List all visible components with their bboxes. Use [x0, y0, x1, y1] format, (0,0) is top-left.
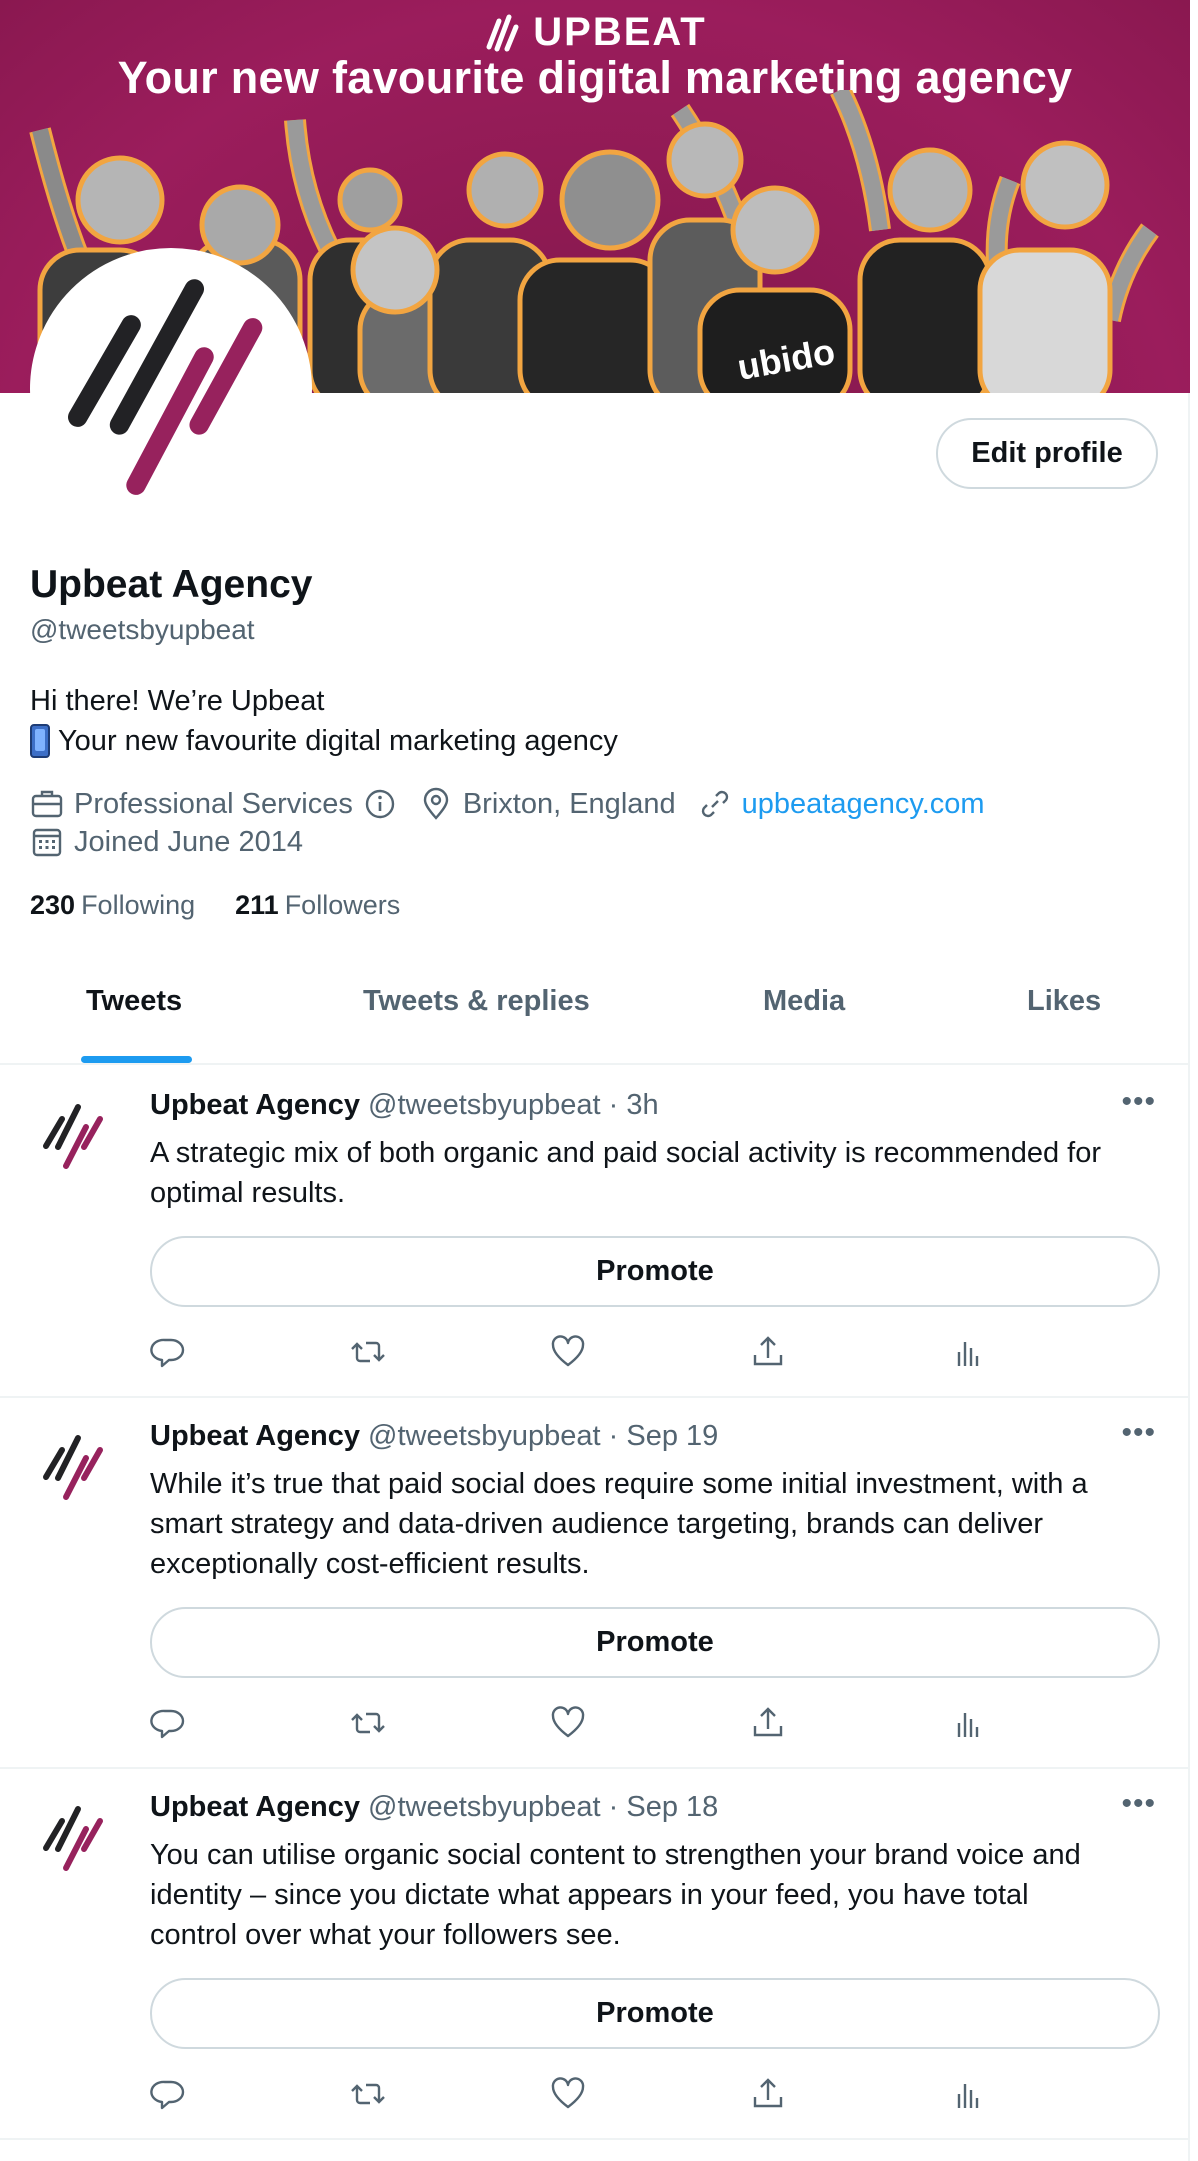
analytics-icon[interactable] [950, 1705, 986, 1741]
profile-meta: Professional Services Brixton, England u… [30, 787, 1007, 821]
tweet-header: Upbeat Agency @tweetsbyupbeat · Sep 18 [150, 1791, 718, 1824]
tweet-text-line: identity – since you dictate what appear… [150, 1879, 1029, 1911]
reply-icon[interactable] [150, 1705, 186, 1741]
tweet-actions [150, 1705, 1160, 1745]
share-icon[interactable] [750, 1705, 786, 1741]
meta-location: Brixton, England [419, 787, 676, 821]
profile-meta-joined: Joined June 2014 [30, 825, 325, 859]
tab-likes[interactable]: Likes [1027, 985, 1101, 1018]
followers-label: Followers [284, 890, 401, 920]
like-heart-icon[interactable] [550, 2076, 586, 2112]
tweet-text: You can utilise organic social content t… [150, 1835, 1150, 1955]
meta-website[interactable]: upbeatagency.com [698, 787, 985, 821]
edit-profile-button[interactable]: Edit profile [936, 418, 1158, 489]
follow-stats: 230 Following 211 Followers [30, 890, 400, 921]
retweet-icon[interactable] [350, 1705, 386, 1741]
tweet-card[interactable]: Upbeat Agency @tweetsbyupbeat · 3h ••• A… [0, 1067, 1190, 1398]
tab-tweets-replies[interactable]: Tweets & replies [363, 985, 590, 1018]
analytics-icon[interactable] [950, 1334, 986, 1370]
upbeat-logo-icon [34, 252, 308, 526]
joined-text: Joined June 2014 [74, 825, 303, 858]
tweet-author-name[interactable]: Upbeat Agency [150, 1791, 360, 1824]
tweet-avatar-logo-icon[interactable] [36, 1420, 122, 1506]
tweet-actions [150, 2076, 1160, 2116]
following-label: Following [81, 890, 196, 920]
promote-button[interactable]: Promote [150, 1978, 1160, 2049]
tweet-avatar-logo-icon[interactable] [36, 1089, 122, 1175]
tweet-avatar-logo-icon[interactable] [36, 1791, 122, 1877]
retweet-icon[interactable] [350, 2076, 386, 2112]
promote-button[interactable]: Promote [150, 1607, 1160, 1678]
promote-button[interactable]: Promote [150, 1236, 1160, 1307]
share-icon[interactable] [750, 1334, 786, 1370]
display-name: Upbeat Agency [30, 563, 313, 606]
tweet-text-line: While it’s true that paid social does re… [150, 1468, 1088, 1500]
tweet-header: Upbeat Agency @tweetsbyupbeat · Sep 19 [150, 1420, 718, 1453]
more-options-icon[interactable]: ••• [1121, 1787, 1156, 1821]
bio-line-1: Hi there! We’re Upbeat [30, 685, 325, 717]
tweet-text-line: optimal results. [150, 1177, 346, 1209]
tweet-text: While it’s true that paid social does re… [150, 1464, 1150, 1584]
info-icon[interactable] [363, 787, 397, 821]
meta-joined: Joined June 2014 [30, 825, 303, 859]
tweet-actions [150, 1334, 1160, 1374]
website-link[interactable]: upbeatagency.com [742, 788, 985, 821]
brand-logo-icon [486, 14, 519, 51]
banner-brand-text: UPBEAT [533, 10, 707, 54]
category-text: Professional Services [74, 787, 353, 820]
profile-column: UPBEAT Your new favourite digital market… [0, 0, 1190, 2161]
tab-tweets[interactable]: Tweets [86, 985, 182, 1018]
following-link[interactable]: 230 Following [30, 890, 195, 921]
tweet-card[interactable]: Upbeat Agency @tweetsbyupbeat · Sep 19 •… [0, 1398, 1190, 1769]
banner-brand: UPBEAT [0, 10, 1190, 55]
location-text: Brixton, England [462, 787, 676, 820]
tweet-text-line: A strategic mix of both organic and paid… [150, 1137, 1102, 1169]
retweet-icon[interactable] [350, 1334, 386, 1370]
tweet-handle-time[interactable]: @tweetsbyupbeat · Sep 19 [368, 1420, 718, 1453]
tweet-author-name[interactable]: Upbeat Agency [150, 1420, 360, 1453]
tweet-card[interactable]: Upbeat Agency @tweetsbyupbeat · Sep 18 •… [0, 1769, 1190, 2140]
meta-category: Professional Services [30, 787, 397, 821]
followers-link[interactable]: 211 Followers [235, 890, 400, 921]
like-heart-icon[interactable] [550, 1705, 586, 1741]
tweet-text: A strategic mix of both organic and paid… [150, 1133, 1150, 1213]
profile-page: UPBEAT Your new favourite digital market… [0, 0, 1198, 2161]
tweet-text-line: exceptionally cost-efficient results. [150, 1548, 590, 1580]
tweet-text-line: control over what your followers see. [150, 1919, 621, 1951]
profile-handle: @tweetsbyupbeat [30, 614, 255, 645]
reply-icon[interactable] [150, 1334, 186, 1370]
following-count: 230 [30, 890, 76, 920]
mobile-phone-icon [30, 724, 50, 758]
like-heart-icon[interactable] [550, 1334, 586, 1370]
reply-icon[interactable] [150, 2076, 186, 2112]
share-icon[interactable] [750, 2076, 786, 2112]
followers-count: 211 [235, 890, 279, 920]
calendar-icon [32, 828, 62, 857]
tweet-handle-time[interactable]: @tweetsbyupbeat · 3h [368, 1089, 659, 1122]
tweet-header: Upbeat Agency @tweetsbyupbeat · 3h [150, 1089, 659, 1122]
link-icon [701, 790, 728, 818]
tab-media[interactable]: Media [763, 985, 845, 1018]
analytics-icon[interactable] [950, 2076, 986, 2112]
briefcase-icon [31, 790, 63, 818]
bio-line-2-text: Your new favourite digital marketing age… [58, 724, 618, 757]
tweet-text-line: You can utilise organic social content t… [150, 1839, 1081, 1871]
more-options-icon[interactable]: ••• [1121, 1416, 1156, 1450]
tweet-handle-time[interactable]: @tweetsbyupbeat · Sep 18 [368, 1791, 718, 1824]
location-pin-icon [423, 787, 449, 820]
active-tab-indicator [81, 1056, 192, 1063]
bio-line-2: Your new favourite digital marketing age… [30, 724, 618, 758]
tweet-text-line: smart strategy and data-driven audience … [150, 1508, 1044, 1540]
tweet-author-name[interactable]: Upbeat Agency [150, 1089, 360, 1122]
more-options-icon[interactable]: ••• [1121, 1085, 1156, 1119]
profile-avatar[interactable] [30, 248, 312, 530]
profile-tabs: Tweets Tweets & replies Media Likes [0, 955, 1190, 1065]
